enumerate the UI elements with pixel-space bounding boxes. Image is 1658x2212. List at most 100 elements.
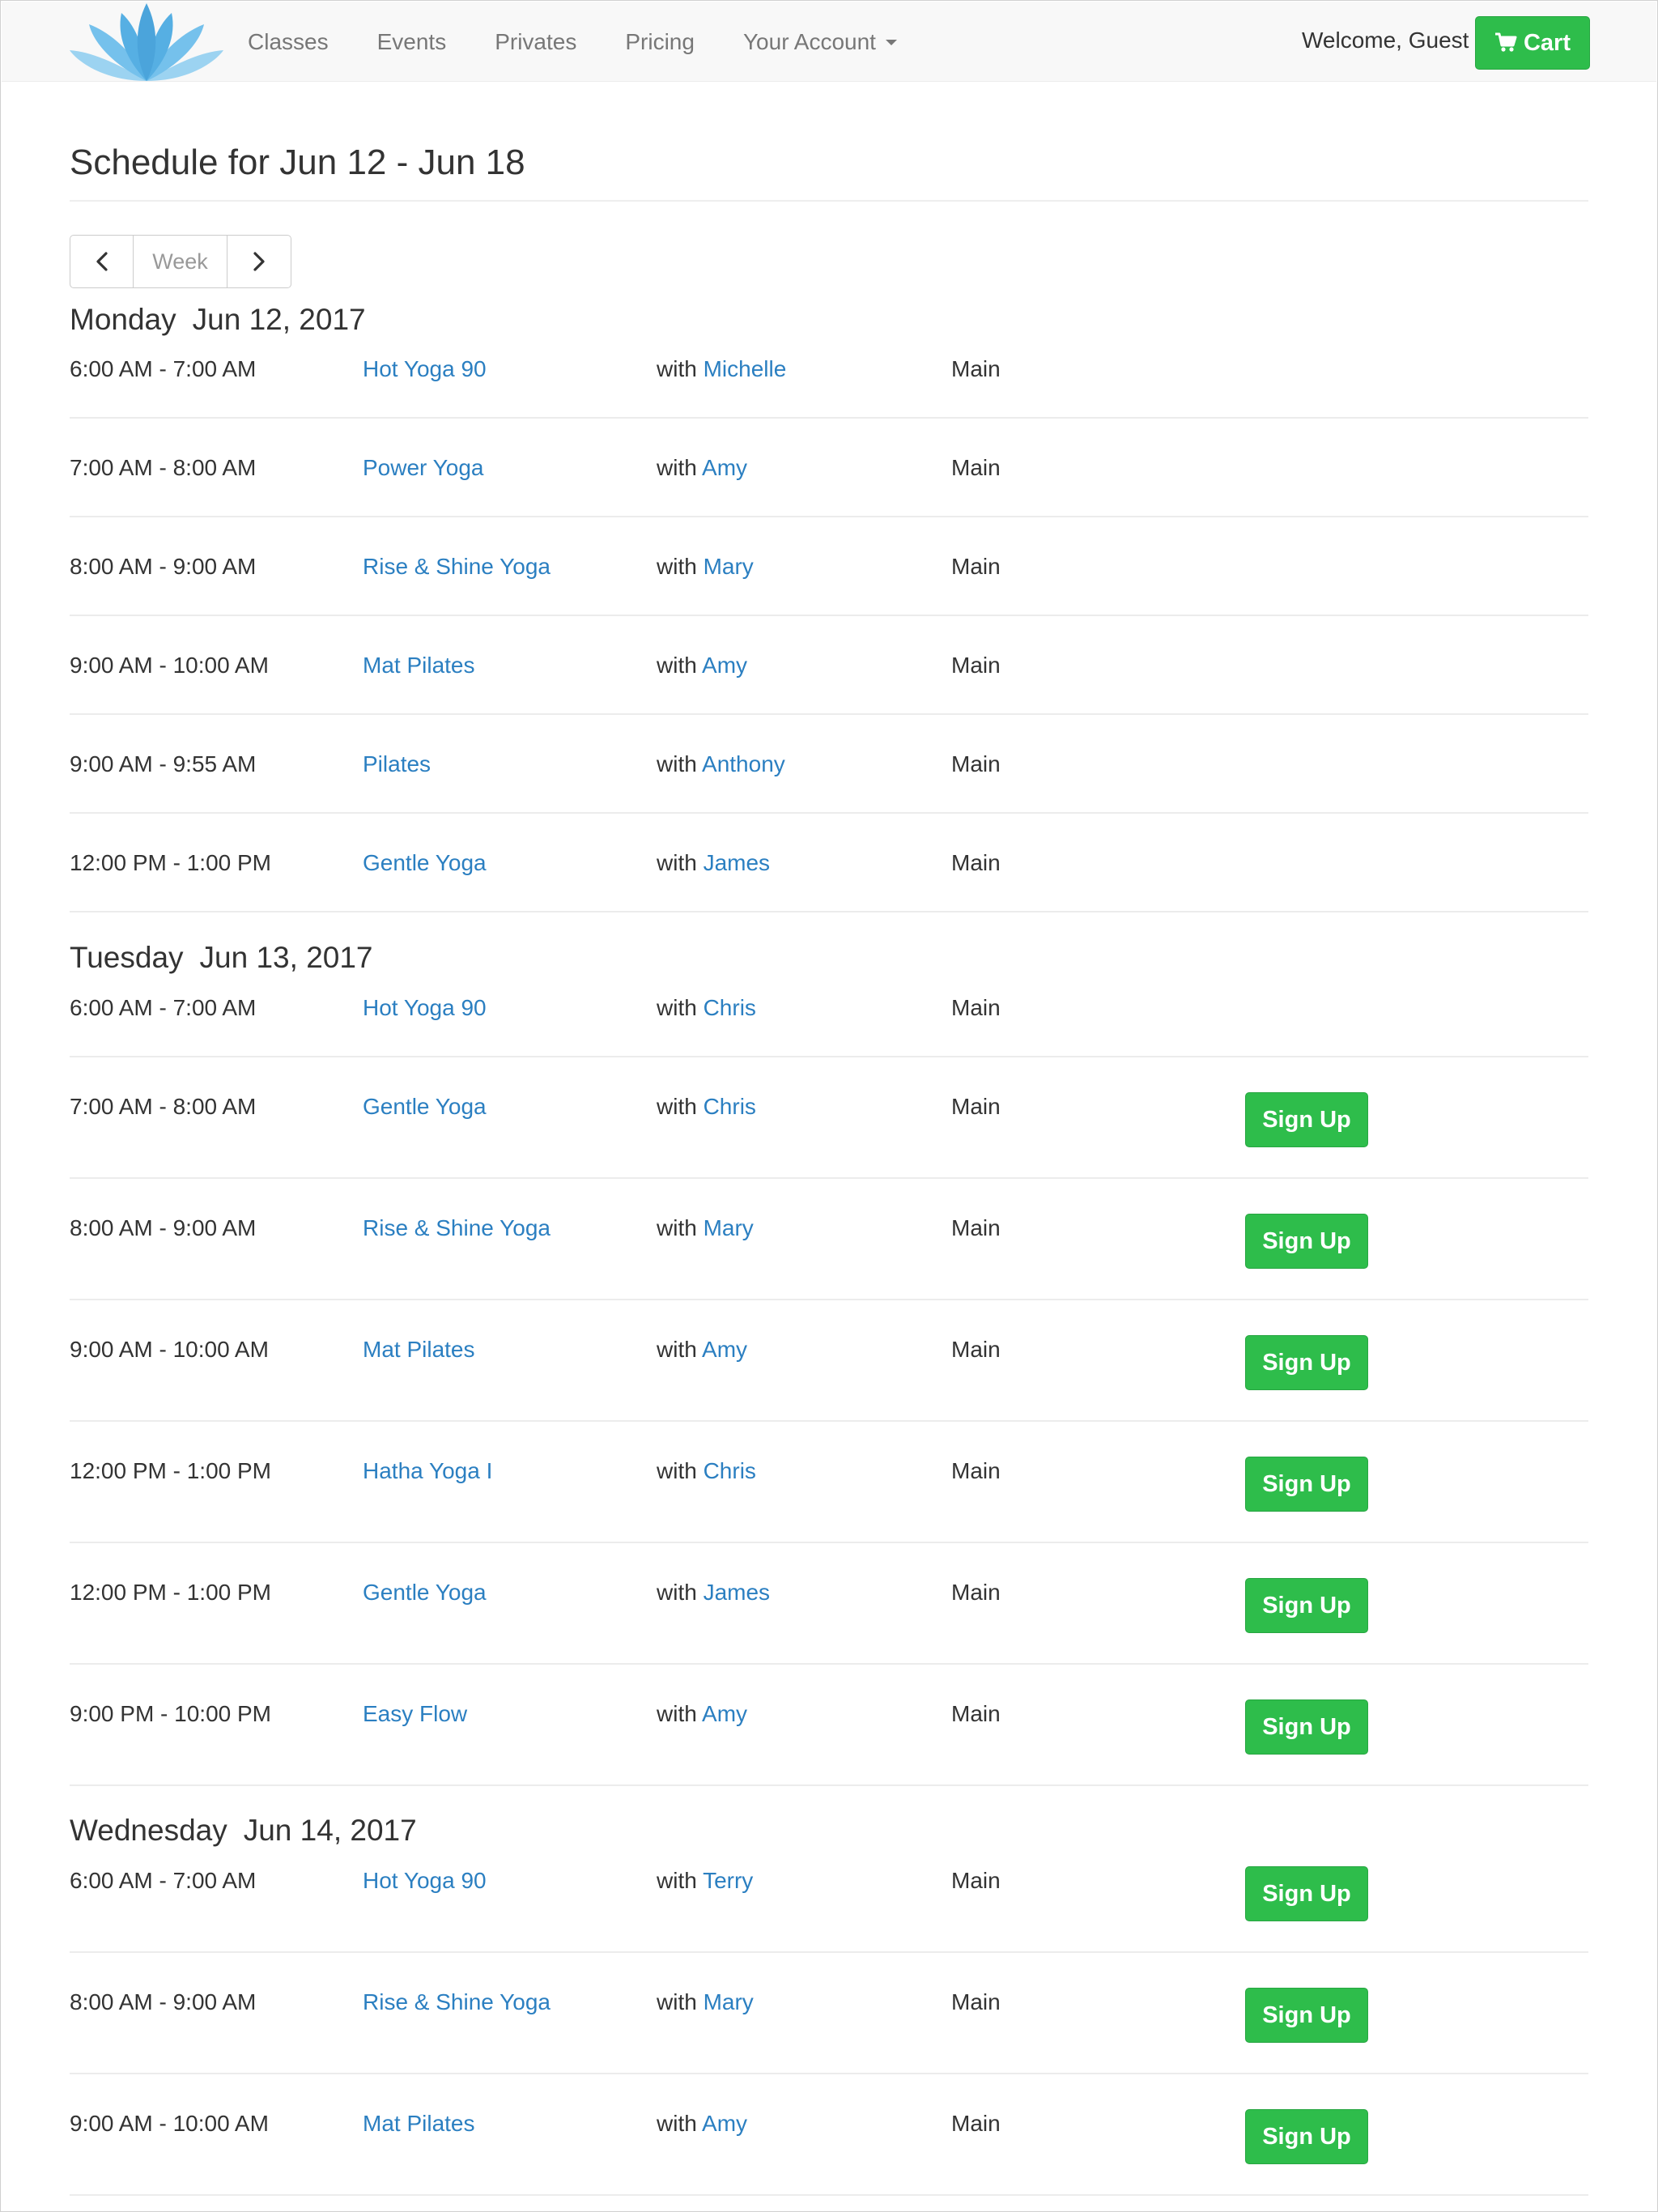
class-name-link[interactable]: Mat Pilates	[363, 2111, 475, 2137]
week-label: Week	[134, 236, 227, 287]
class-instructor: with Anthony	[657, 751, 785, 777]
nav-pricing[interactable]: Pricing	[625, 29, 695, 55]
instructor-link[interactable]: Mary	[704, 554, 754, 579]
sign-up-button[interactable]: Sign Up	[1245, 2109, 1368, 2164]
row-divider	[70, 2073, 1588, 2074]
instructor-link[interactable]: Anthony	[702, 751, 785, 776]
sign-up-button[interactable]: Sign Up	[1245, 1578, 1368, 1633]
with-label: with	[657, 1094, 697, 1119]
class-time: 8:00 AM - 9:00 AM	[70, 1989, 257, 2014]
class-instructor: with Mary	[657, 554, 754, 580]
main-nav: Classes Events Privates Pricing Your Acc…	[248, 2, 946, 83]
class-room: Main	[951, 1580, 1001, 1605]
class-name-link[interactable]: Hot Yoga 90	[363, 356, 487, 382]
class-time: 9:00 AM - 9:55 AM	[70, 751, 257, 776]
row-divider	[70, 1420, 1588, 1422]
class-instructor: with Chris	[657, 1458, 756, 1484]
nav-privates[interactable]: Privates	[495, 29, 576, 55]
row-divider	[70, 516, 1588, 517]
class-name-link[interactable]: Rise & Shine Yoga	[363, 1989, 551, 2015]
class-name-link[interactable]: Hot Yoga 90	[363, 995, 487, 1021]
instructor-link[interactable]: Amy	[702, 1337, 747, 1362]
lotus-logo-icon[interactable]	[70, 3, 223, 83]
row-divider	[70, 615, 1588, 616]
class-name-link[interactable]: Gentle Yoga	[363, 1580, 487, 1606]
cart-label: Cart	[1523, 29, 1571, 56]
nav-events[interactable]: Events	[377, 29, 447, 55]
page-title: Schedule for Jun 12 - Jun 18	[70, 143, 525, 182]
sign-up-button[interactable]: Sign Up	[1245, 1866, 1368, 1921]
instructor-link[interactable]: James	[704, 850, 770, 875]
next-week-button[interactable]	[227, 236, 291, 287]
with-label: with	[657, 850, 697, 875]
class-name-link[interactable]: Hatha Yoga I	[363, 1458, 492, 1484]
row-divider	[70, 1784, 1588, 1786]
class-instructor: with Mary	[657, 1989, 754, 2015]
row-divider	[70, 1299, 1588, 1300]
sign-up-button[interactable]: Sign Up	[1245, 1214, 1368, 1269]
instructor-link[interactable]: Amy	[702, 455, 747, 480]
class-name-link[interactable]: Mat Pilates	[363, 653, 475, 678]
class-instructor: with James	[657, 850, 770, 876]
instructor-link[interactable]: Mary	[704, 1989, 754, 2014]
class-name-link[interactable]: Hot Yoga 90	[363, 1868, 487, 1894]
with-label: with	[657, 356, 697, 381]
sign-up-button[interactable]: Sign Up	[1245, 1699, 1368, 1755]
instructor-link[interactable]: Amy	[702, 653, 747, 678]
cart-button[interactable]: Cart	[1475, 16, 1590, 70]
class-room: Main	[951, 356, 1001, 381]
sign-up-button[interactable]: Sign Up	[1245, 1335, 1368, 1390]
instructor-link[interactable]: Terry	[703, 1868, 753, 1893]
class-time: 7:00 AM - 8:00 AM	[70, 455, 257, 480]
class-instructor: with Amy	[657, 1337, 747, 1363]
instructor-link[interactable]: Michelle	[704, 356, 787, 381]
class-time: 7:00 AM - 8:00 AM	[70, 1094, 257, 1119]
instructor-link[interactable]: Chris	[704, 1458, 756, 1483]
welcome-text: Welcome, Guest	[1302, 28, 1469, 53]
class-instructor: with Amy	[657, 455, 747, 481]
class-room: Main	[951, 1337, 1001, 1362]
sign-up-button[interactable]: Sign Up	[1245, 1457, 1368, 1512]
class-name-link[interactable]: Power Yoga	[363, 455, 483, 481]
class-name-link[interactable]: Gentle Yoga	[363, 850, 487, 876]
prev-week-button[interactable]	[70, 236, 134, 287]
instructor-link[interactable]: Chris	[704, 1094, 756, 1119]
sign-up-button[interactable]: Sign Up	[1245, 1988, 1368, 2043]
class-name-link[interactable]: Mat Pilates	[363, 1337, 475, 1363]
class-time: 9:00 AM - 10:00 AM	[70, 2111, 269, 2136]
instructor-link[interactable]: Amy	[702, 2111, 747, 2136]
week-navigator: Week	[70, 235, 291, 288]
class-name-link[interactable]: Rise & Shine Yoga	[363, 1215, 551, 1241]
class-instructor: with Michelle	[657, 356, 786, 382]
with-label: with	[657, 751, 697, 776]
class-name-link[interactable]: Rise & Shine Yoga	[363, 554, 551, 580]
instructor-link[interactable]: Mary	[704, 1215, 754, 1240]
instructor-link[interactable]: James	[704, 1580, 770, 1605]
class-room: Main	[951, 1701, 1001, 1726]
class-room: Main	[951, 1868, 1001, 1893]
nav-classes[interactable]: Classes	[248, 29, 329, 55]
sign-up-button[interactable]: Sign Up	[1245, 1092, 1368, 1147]
class-room: Main	[951, 995, 1001, 1020]
with-label: with	[657, 1215, 697, 1240]
class-name-link[interactable]: Gentle Yoga	[363, 1094, 487, 1120]
class-time: 9:00 AM - 10:00 AM	[70, 653, 269, 678]
instructor-link[interactable]: Amy	[702, 1701, 747, 1726]
class-time: 8:00 AM - 9:00 AM	[70, 1215, 257, 1240]
class-instructor: with James	[657, 1580, 770, 1606]
class-time: 12:00 PM - 1:00 PM	[70, 1458, 272, 1483]
nav-your-account[interactable]: Your Account	[743, 29, 897, 55]
row-divider	[70, 713, 1588, 715]
class-name-link[interactable]: Pilates	[363, 751, 431, 777]
row-divider	[70, 1542, 1588, 1543]
with-label: with	[657, 1337, 697, 1362]
instructor-link[interactable]: Chris	[704, 995, 756, 1020]
class-instructor: with Chris	[657, 995, 756, 1021]
row-divider	[70, 911, 1588, 912]
row-divider	[70, 1177, 1588, 1179]
with-label: with	[657, 1989, 697, 2014]
class-name-link[interactable]: Easy Flow	[363, 1701, 467, 1727]
cart-icon	[1494, 32, 1517, 52]
day-heading: Wednesday Jun 14, 2017	[70, 1814, 417, 1848]
day-date: Jun 12, 2017	[192, 303, 366, 336]
